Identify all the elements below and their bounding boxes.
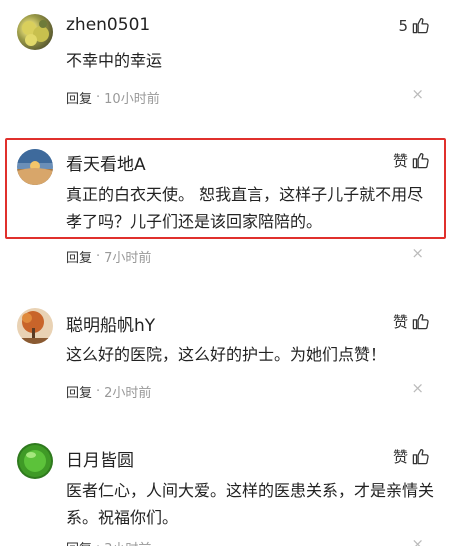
timestamp: 3小时前 (104, 538, 151, 546)
avatar[interactable] (17, 443, 53, 479)
comment-meta: 回复 · 2小时前 (66, 382, 151, 401)
comment-meta: 回复 · 3小时前 (66, 538, 151, 546)
like-label: 赞 (392, 448, 408, 466)
like-label: 赞 (392, 152, 408, 170)
avatar[interactable] (17, 308, 53, 344)
separator-dot: · (96, 249, 101, 264)
like-button[interactable]: 赞 (393, 446, 430, 467)
separator-dot: · (96, 90, 101, 105)
sunset-avatar-image (17, 149, 53, 185)
close-icon[interactable]: × (411, 246, 424, 261)
separator-dot: · (96, 384, 101, 399)
like-count: 5 (398, 16, 408, 35)
like-label: 赞 (392, 313, 408, 331)
username[interactable]: 聪明船帆hY (66, 311, 155, 336)
separator-dot: · (96, 540, 100, 546)
close-icon[interactable]: × (411, 537, 424, 546)
comment-meta: 回复 · 7小时前 (66, 247, 151, 266)
thumbs-up-icon (412, 449, 429, 465)
reply-button[interactable]: 回复 (66, 88, 92, 107)
comment-text: 不幸中的幸运 (66, 51, 163, 70)
like-button[interactable]: 5 (398, 16, 430, 35)
comment-text: 医者仁心，人间大爱。这样的医患关系，才是亲情关系。祝福你们。 (66, 481, 435, 527)
autumn-avatar-image (17, 308, 53, 344)
comment-meta: 回复 · 10小时前 (66, 88, 160, 107)
avatar[interactable] (17, 14, 53, 50)
reply-button[interactable]: 回复 (66, 538, 92, 546)
thumbs-up-icon (412, 153, 429, 169)
timestamp: 7小时前 (104, 251, 152, 266)
green-orb-avatar-image (17, 443, 53, 479)
like-button[interactable]: 赞 (393, 150, 430, 171)
close-icon[interactable]: × (411, 87, 424, 102)
timestamp: 2小时前 (104, 386, 152, 401)
thumbs-up-icon (412, 314, 429, 330)
username[interactable]: zhen0501 (66, 15, 150, 35)
timestamp: 10小时前 (104, 92, 160, 107)
like-button[interactable]: 赞 (393, 311, 430, 332)
reply-button[interactable]: 回复 (66, 382, 92, 401)
username[interactable]: 看天看地A (66, 150, 146, 175)
avatar[interactable] (17, 149, 53, 185)
lemons-avatar-image (22, 20, 49, 46)
close-icon[interactable]: × (411, 381, 424, 396)
comment-text: 这么好的医院，这么好的护士。为她们点赞！ (66, 345, 387, 364)
username[interactable]: 日月皆圆 (66, 446, 134, 471)
thumbs-up-icon (412, 18, 429, 34)
reply-button[interactable]: 回复 (66, 247, 92, 266)
comment-text: 真正的白衣天使。 恕我直言，这样子儿子就不用尽孝了吗？儿子们还是该回家陪陪的。 (66, 185, 424, 231)
